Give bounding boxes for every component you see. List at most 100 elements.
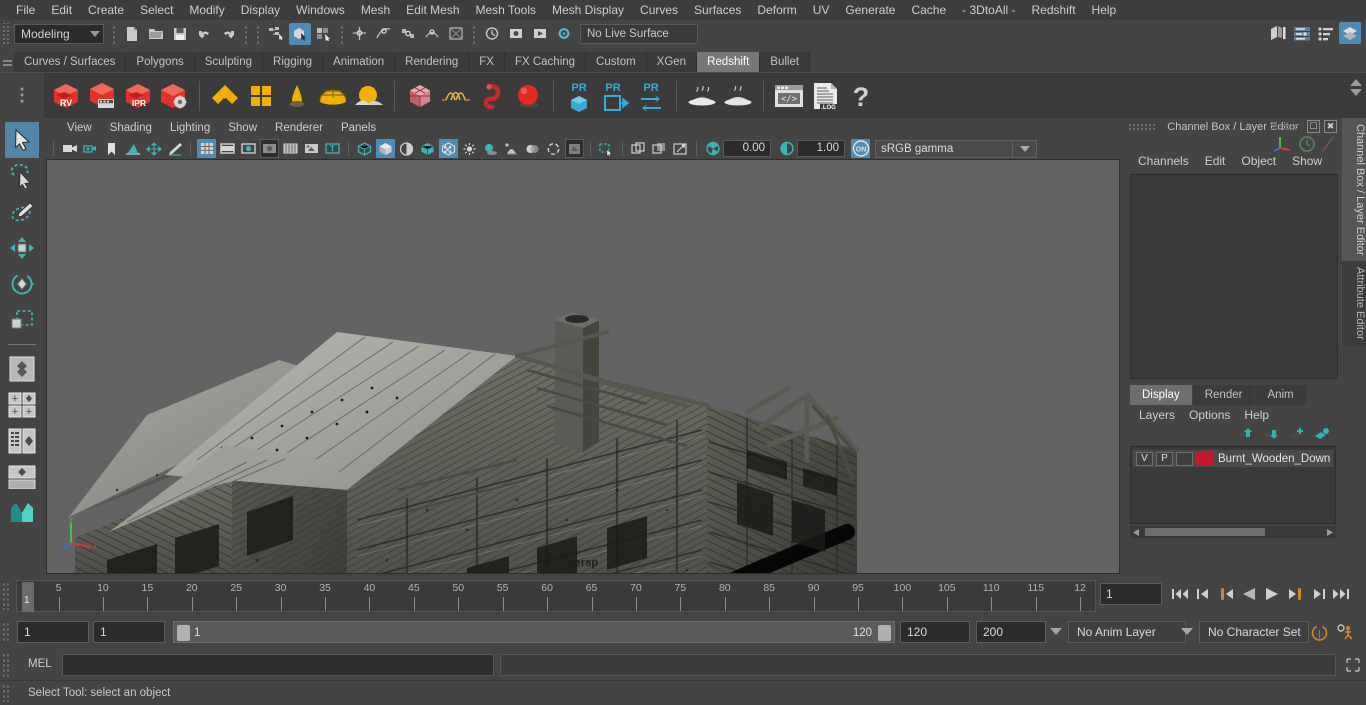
step-forward-frame-icon[interactable]: [1285, 582, 1305, 606]
quick-layout-four-button[interactable]: + + +: [5, 387, 39, 423]
shadows-icon[interactable]: [481, 139, 500, 158]
shelf-tab-curves-surfaces[interactable]: Curves / Surfaces: [14, 52, 127, 72]
anim-layer-select[interactable]: No Anim Layer: [1068, 621, 1186, 643]
menu-redshift[interactable]: Redshift: [1024, 0, 1084, 20]
smooth-shade-icon[interactable]: [376, 139, 395, 158]
new-layer-from-selected-icon[interactable]: [1313, 427, 1330, 441]
shelf-tab-rendering[interactable]: Rendering: [395, 52, 470, 72]
rs-render-sequence-icon[interactable]: [84, 77, 120, 115]
rs-hair-strands-icon[interactable]: [438, 77, 474, 115]
status-group-grip-4[interactable]: [337, 23, 347, 44]
move-tool-button[interactable]: [5, 230, 39, 266]
shelf-scroll-up-icon[interactable]: [1350, 79, 1362, 86]
script-editor-icon[interactable]: [1344, 656, 1362, 674]
animation-start-field[interactable]: 1: [17, 621, 89, 643]
quick-layout-persp-button[interactable]: [5, 459, 39, 495]
range-start-handle[interactable]: [177, 625, 190, 641]
rs-dome-light-icon[interactable]: [315, 77, 351, 115]
channel-box-toggle-icon[interactable]: [1291, 22, 1313, 44]
range-end-handle[interactable]: [878, 625, 891, 641]
shelf-tab-redshift[interactable]: Redshift: [697, 52, 761, 72]
image-plane-icon[interactable]: [123, 139, 142, 158]
close-icon[interactable]: ✖: [1324, 120, 1337, 133]
menu-create[interactable]: Create: [80, 0, 132, 20]
viewport-menu-shading[interactable]: Shading: [101, 118, 161, 138]
snap-view-plane-icon[interactable]: [445, 23, 467, 45]
menu-edit[interactable]: Edit: [43, 0, 80, 20]
current-frame-field[interactable]: 1: [1100, 583, 1162, 605]
snap-curve-icon[interactable]: [373, 23, 395, 45]
grid-icon[interactable]: [197, 139, 216, 158]
status-line-grip[interactable]: [1, 22, 11, 45]
viewport-menu-view[interactable]: View: [58, 118, 101, 138]
menu-windows[interactable]: Windows: [288, 0, 353, 20]
select-camera-icon[interactable]: [60, 139, 79, 158]
viewport-menu-show[interactable]: Show: [219, 118, 266, 138]
select-by-hierarchy-icon[interactable]: [265, 23, 287, 45]
dock-drag-dots[interactable]: [1128, 123, 1156, 131]
playback-end-field[interactable]: 120: [900, 621, 970, 643]
go-to-start-icon[interactable]: [1170, 582, 1190, 606]
select-by-object-icon[interactable]: [289, 22, 311, 45]
ao-icon[interactable]: [502, 139, 521, 158]
rs-material-icon[interactable]: [207, 77, 243, 115]
rs-render-settings-icon[interactable]: [156, 77, 192, 115]
channel-box-menu-show[interactable]: Show: [1284, 151, 1330, 171]
render-settings-icon[interactable]: [553, 23, 575, 45]
isolate-select-icon[interactable]: [597, 139, 616, 158]
bookmark-icon[interactable]: [102, 139, 121, 158]
select-by-component-icon[interactable]: [313, 23, 335, 45]
menu-cache[interactable]: Cache: [903, 0, 954, 20]
rs-light-cone-icon[interactable]: [279, 77, 315, 115]
menu-mesh-tools[interactable]: Mesh Tools: [468, 0, 544, 20]
time-slider-cursor[interactable]: 1: [22, 582, 34, 612]
play-backwards-icon[interactable]: [1239, 582, 1259, 606]
menu-generate[interactable]: Generate: [837, 0, 903, 20]
layer-visibility-toggle[interactable]: V: [1136, 451, 1153, 466]
rs-log-file-icon[interactable]: .LOG: [807, 77, 843, 115]
anim-layer-chevron-down-icon[interactable]: [1050, 628, 1062, 635]
rs-material-blender-icon[interactable]: [243, 77, 279, 115]
motion-blur-icon[interactable]: [523, 139, 542, 158]
select-tool-button[interactable]: [5, 122, 39, 158]
multisample-icon[interactable]: [544, 139, 563, 158]
menu-3dtoall[interactable]: - 3DtoAll -: [954, 0, 1023, 20]
save-scene-icon[interactable]: [169, 23, 191, 45]
snap-projected-icon[interactable]: [421, 23, 443, 45]
scroll-thumb[interactable]: [1145, 528, 1265, 536]
channel-box-menu-object[interactable]: Object: [1233, 151, 1284, 171]
step-back-frame-icon[interactable]: [1216, 582, 1236, 606]
shelf-tab-grip[interactable]: [0, 50, 14, 72]
scale-tool-button[interactable]: [5, 302, 39, 338]
character-set-select[interactable]: No Character Set: [1199, 621, 1309, 643]
rs-bake-pie-2-icon[interactable]: [720, 77, 756, 115]
xray-active-components-icon[interactable]: [671, 139, 690, 158]
live-surface-field[interactable]: No Live Surface: [580, 23, 698, 44]
rs-render-view-icon[interactable]: RV: [48, 77, 84, 115]
step-back-keyframe-icon[interactable]: [1193, 582, 1213, 606]
play-forwards-icon[interactable]: [1262, 582, 1282, 606]
xray-joints-icon[interactable]: [650, 139, 669, 158]
channel-box-attribute-list[interactable]: [1130, 174, 1338, 379]
shelf-tab-polygons[interactable]: Polygons: [126, 52, 195, 72]
layer-menu-layers[interactable]: Layers: [1132, 406, 1182, 424]
menu-deform[interactable]: Deform: [749, 0, 804, 20]
contrast-icon[interactable]: [777, 139, 796, 158]
title-safe-icon[interactable]: T: [323, 139, 342, 158]
status-group-grip-1[interactable]: [109, 23, 119, 44]
shelf-options-grip[interactable]: [0, 72, 44, 119]
shelf-tab-animation[interactable]: Animation: [323, 52, 396, 72]
menu-edit-mesh[interactable]: Edit Mesh: [398, 0, 467, 20]
open-scene-icon[interactable]: [145, 23, 167, 45]
tab-anim[interactable]: Anim: [1255, 385, 1306, 405]
color-management-toggle-icon[interactable]: ON: [851, 139, 870, 158]
attribute-editor-toggle-icon[interactable]: [1315, 22, 1337, 44]
status-group-grip-3[interactable]: [253, 23, 263, 44]
animation-end-field[interactable]: 200: [976, 621, 1046, 643]
redo-icon[interactable]: [217, 23, 239, 45]
channel-box-menu-edit[interactable]: Edit: [1197, 151, 1234, 171]
time-slider[interactable]: 5 10 15 20 25 30 35 40 45 50 55 60 65 70 75 80 85 90 95 100…: [16, 580, 1096, 612]
sidebar-toggle-icon[interactable]: [1267, 22, 1289, 44]
character-set-chevron-down-icon[interactable]: [1181, 628, 1193, 635]
render-current-frame-icon[interactable]: [505, 23, 527, 45]
